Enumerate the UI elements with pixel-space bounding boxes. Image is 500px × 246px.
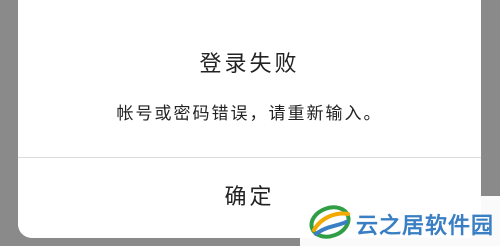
dialog-message: 帐号或密码错误，请重新输入。 [116,104,383,124]
screen-backdrop: 登录失败 帐号或密码错误，请重新输入。 确定 云之居软件园 [0,0,500,246]
site-watermark: 云之居软件园 [300,196,500,246]
watermark-text: 云之居软件园 [356,214,495,239]
swirl-logo-icon [309,205,351,239]
dialog-title: 登录失败 [199,52,300,77]
